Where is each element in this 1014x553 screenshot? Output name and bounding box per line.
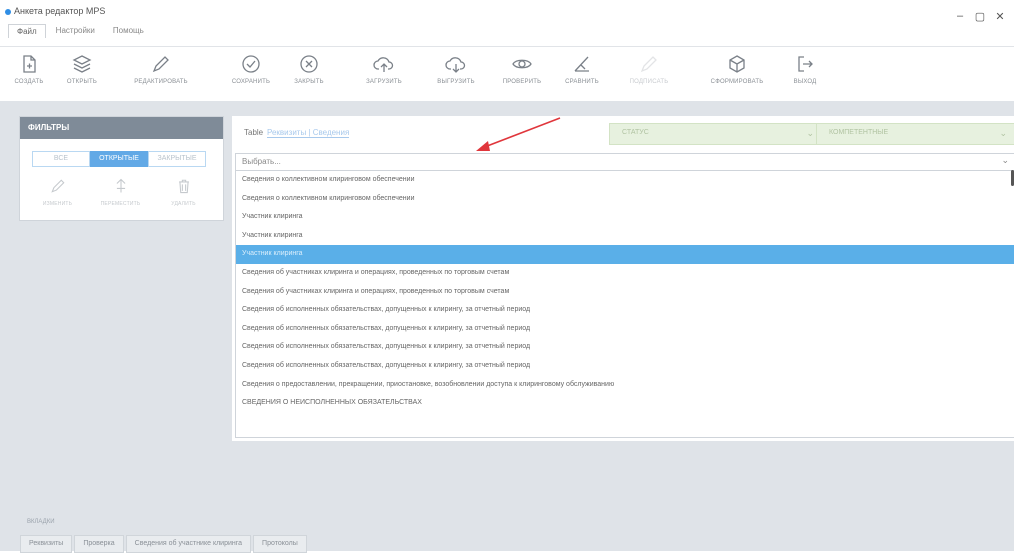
compare-icon [574, 56, 589, 72]
filter-segments: ВСЕ ОТКРЫТЫЕ ЗАКРЫТЫЕ [32, 151, 206, 167]
create-doc-icon [23, 55, 36, 73]
filter-move-button[interactable]: ПЕРЕМЕСТИТЬ [89, 177, 152, 207]
table-label: Table [244, 128, 264, 137]
cloud-download-icon [445, 57, 466, 73]
tab-protocols[interactable]: Протоколы [253, 535, 307, 553]
dropdown-option-selected[interactable]: Участник клиринга [236, 245, 1014, 264]
category-select[interactable]: КОМПЕТЕНТНЫЕ ⌄ [816, 123, 1014, 145]
cube-icon [729, 55, 745, 73]
dropdown-option[interactable]: Сведения об участниках клиринга и операц… [236, 264, 1014, 283]
save-button[interactable]: СОХРАНИТЬ [222, 53, 280, 85]
title-bar: Анкета редактор MPS Файл Настройки Помощ… [0, 0, 1014, 48]
filter-all-tab[interactable]: ВСЕ [32, 151, 90, 167]
filter-closed-tab[interactable]: ЗАКРЫТЫЕ [148, 151, 206, 167]
create-button[interactable]: СОЗДАТЬ [0, 53, 58, 85]
minimize-button[interactable]: – [950, 10, 970, 22]
close-button[interactable]: ✕ [990, 10, 1010, 23]
check-circle-icon [242, 55, 260, 73]
app-logo-icon [5, 9, 11, 15]
menu-item-file[interactable]: Файл [8, 24, 46, 38]
generate-button[interactable]: СФОРМИРОВАТЬ [700, 53, 774, 85]
open-button[interactable]: ОТКРЫТЬ [53, 53, 111, 85]
dropdown-option[interactable]: Сведения об исполненных обязательствах, … [236, 301, 1014, 320]
move-icon [116, 178, 125, 193]
dropdown-option[interactable]: Участник клиринга [236, 208, 1014, 227]
dropdown-option[interactable]: Сведения об участниках клиринга и операц… [236, 283, 1014, 302]
edit-button[interactable]: РЕДАКТИРОВАТЬ [124, 53, 198, 85]
dropdown-option[interactable]: Сведения об исполненных обязательствах, … [236, 357, 1014, 376]
bottom-tabs: Реквизиты Проверка Сведения об участнике… [20, 535, 307, 553]
compare-button[interactable]: СРАВНИТЬ [553, 53, 611, 85]
section-dropdown-list: Сведения о коллективном клиринговом обес… [235, 170, 1014, 438]
dropdown-option[interactable]: Сведения об исполненных обязательствах, … [236, 320, 1014, 339]
cloud-upload-icon [373, 57, 394, 72]
bottom-tabs-label: ВКЛАДКИ [27, 519, 55, 525]
chevron-down-icon: ⌄ [806, 128, 814, 138]
menu-item-settings[interactable]: Настройки [48, 24, 103, 38]
trash-icon [178, 179, 189, 194]
eye-icon [512, 59, 532, 69]
maximize-button[interactable]: ▢ [970, 10, 990, 23]
dropdown-option[interactable]: Сведения о коллективном клиринговом обес… [236, 171, 1014, 190]
close-circle-icon [300, 55, 318, 73]
sign-button[interactable]: ПОДПИСАТЬ [617, 53, 681, 85]
window-title: Анкета редактор MPS [14, 6, 106, 16]
filters-title: ФИЛЬТРЫ [20, 117, 223, 139]
filter-edit-button[interactable]: ИЗМЕНИТЬ [26, 177, 89, 207]
table-link[interactable]: Реквизиты | Сведения [267, 128, 350, 138]
section-combobox[interactable]: Выбрать... ⌄ [235, 153, 1014, 171]
dropdown-option[interactable]: Сведения о коллективном клиринговом обес… [236, 190, 1014, 209]
pencil-icon [152, 56, 169, 73]
tab-participant-info[interactable]: Сведения об участнике клиринга [125, 535, 252, 553]
filters-panel: ФИЛЬТРЫ ВСЕ ОТКРЫТЫЕ ЗАКРЫТЫЕ ИЗМЕНИТЬ П… [19, 116, 224, 221]
sign-icon [640, 56, 657, 73]
dropdown-option[interactable]: Сведения о предоставлении, прекращении, … [236, 376, 1014, 395]
editor-panel: Table Реквизиты | Сведения СТАТУС ⌄ КОМП… [232, 116, 1014, 441]
workspace: ФИЛЬТРЫ ВСЕ ОТКРЫТЫЕ ЗАКРЫТЫЕ ИЗМЕНИТЬ П… [0, 101, 1014, 553]
toolbar: СОЗДАТЬ ОТКРЫТЬ РЕДАКТИРОВАТЬ СОХРАНИТЬ … [0, 46, 1014, 102]
close-doc-button[interactable]: ЗАКРЫТЬ [280, 53, 338, 85]
check-button[interactable]: ПРОВЕРИТЬ [493, 53, 551, 85]
filter-delete-button[interactable]: УДАЛИТЬ [152, 177, 215, 207]
filter-tools: ИЗМЕНИТЬ ПЕРЕМЕСТИТЬ УДАЛИТЬ [26, 177, 215, 207]
pencil-icon [50, 179, 64, 193]
menu-item-help[interactable]: Помощь [105, 24, 152, 38]
tab-check[interactable]: Проверка [74, 535, 124, 553]
exit-icon [798, 56, 813, 72]
exit-button[interactable]: ВЫХОД [782, 53, 828, 85]
main-menu: Файл Настройки Помощь [8, 24, 152, 38]
chevron-down-icon: ⌄ [999, 128, 1007, 138]
chevron-down-icon: ⌄ [1001, 155, 1009, 165]
dropdown-option[interactable]: Участник клиринга [236, 227, 1014, 246]
upload-button[interactable]: ЗАГРУЗИТЬ [355, 53, 413, 85]
filter-open-tab[interactable]: ОТКРЫТЫЕ [90, 151, 148, 167]
dropdown-option[interactable]: Сведения об исполненных обязательствах, … [236, 338, 1014, 357]
download-button[interactable]: ВЫГРУЗИТЬ [427, 53, 485, 85]
dropdown-option[interactable]: СВЕДЕНИЯ О НЕИСПОЛНЕННЫХ ОБЯЗАТЕЛЬСТВАХ [236, 394, 1014, 413]
layers-icon [72, 55, 92, 73]
status-select[interactable]: СТАТУС ⌄ [609, 123, 823, 145]
tab-requisites[interactable]: Реквизиты [20, 535, 73, 553]
